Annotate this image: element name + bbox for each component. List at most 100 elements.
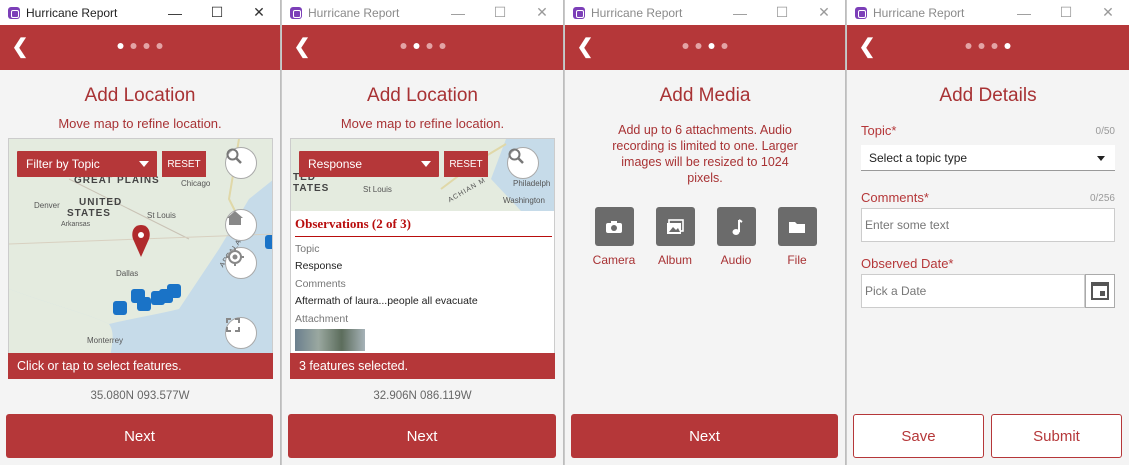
search-icon[interactable] xyxy=(225,147,257,179)
page-title: Add Location xyxy=(84,85,196,106)
map-view[interactable]: TED TATES St Louis Philadelph Washington… xyxy=(290,138,555,378)
app-logo-icon xyxy=(290,6,302,19)
file-button[interactable]: File xyxy=(772,207,822,267)
page-subtitle: Move map to refine location. xyxy=(340,116,505,131)
minimize-button[interactable]: — xyxy=(719,0,761,25)
close-button[interactable]: ✕ xyxy=(803,0,845,25)
maximize-button[interactable]: ☐ xyxy=(1045,0,1087,25)
app-header: ❮ xyxy=(282,25,563,70)
step-dot xyxy=(426,43,432,49)
step-dot xyxy=(682,43,689,49)
page-title: Add Location xyxy=(367,85,478,106)
app-logo-icon xyxy=(573,6,585,19)
topic-filter-label: Filter by Topic xyxy=(26,157,100,171)
step-dot xyxy=(978,43,985,49)
step-indicator xyxy=(400,43,445,49)
minimize-button[interactable]: — xyxy=(154,0,196,25)
step-dot-active xyxy=(117,43,124,49)
step-dot xyxy=(965,43,972,49)
audio-icon[interactable] xyxy=(716,207,756,246)
album-label: Album xyxy=(657,253,692,267)
camera-button[interactable]: Camera xyxy=(589,207,639,267)
locate-icon[interactable] xyxy=(225,247,257,279)
window-controls: — ☐ ✕ xyxy=(154,0,280,25)
location-pin-icon xyxy=(132,225,150,257)
maximize-button[interactable]: ☐ xyxy=(479,0,521,25)
minimize-button[interactable]: — xyxy=(1003,0,1045,25)
album-button[interactable]: Album xyxy=(650,207,700,267)
step-dot xyxy=(400,43,406,49)
date-picker-button[interactable] xyxy=(1085,274,1115,308)
topic-filter-dropdown[interactable]: Response xyxy=(299,151,439,177)
camera-icon[interactable] xyxy=(594,207,634,246)
comments-field-label: Comments* xyxy=(861,190,929,205)
close-button[interactable]: ✕ xyxy=(521,0,563,25)
page-subtitle: Move map to refine location. xyxy=(58,116,222,131)
step-dot xyxy=(721,43,728,49)
popup-topic-label: Topic xyxy=(295,243,320,255)
title-bar: Hurricane Report — ☐ ✕ xyxy=(282,0,563,25)
save-button[interactable]: Save xyxy=(853,414,984,458)
back-arrow-icon[interactable]: ❮ xyxy=(290,35,314,59)
attachment-thumbnail[interactable] xyxy=(295,329,365,351)
map-label-st-louis: St Louis xyxy=(363,185,392,194)
app-header: ❮ xyxy=(847,25,1129,70)
step-dot-active xyxy=(708,43,715,49)
maximize-button[interactable]: ☐ xyxy=(761,0,803,25)
step-dot-active xyxy=(1004,43,1011,49)
coordinates-readout: 32.906N 086.119W xyxy=(373,390,472,402)
next-button[interactable]: Next xyxy=(288,414,556,458)
window-controls: — ☐ ✕ xyxy=(719,0,845,25)
popup-comments-value: Aftermath of laura...people all evacuate xyxy=(295,295,478,307)
back-arrow-icon[interactable]: ❮ xyxy=(573,35,597,59)
feature-marker-icon xyxy=(113,301,127,315)
back-arrow-icon[interactable]: ❮ xyxy=(8,35,32,59)
window-title: Hurricane Report xyxy=(873,5,965,20)
reset-button[interactable]: RESET xyxy=(444,151,488,177)
maximize-button[interactable]: ☐ xyxy=(196,0,238,25)
step-indicator xyxy=(965,43,1011,49)
step-dot-active xyxy=(413,43,419,49)
comments-input[interactable]: Enter some text xyxy=(861,208,1115,242)
home-icon[interactable] xyxy=(225,209,257,241)
step-dot xyxy=(143,43,150,49)
submit-button[interactable]: Submit xyxy=(991,414,1122,458)
page-title: Add Media xyxy=(659,85,751,106)
app-stage: Hurricane Report — ☐ ✕ ❮ Add Location Mo… xyxy=(0,0,1129,465)
next-button[interactable]: Next xyxy=(571,414,838,458)
topic-select[interactable]: Select a topic type xyxy=(861,145,1115,171)
map-view[interactable]: GREAT PLAINS UNITED STATES Denver Chicag… xyxy=(8,138,273,378)
app-logo-icon xyxy=(855,6,867,19)
step-dot xyxy=(695,43,702,49)
popup-comments-label: Comments xyxy=(295,278,346,290)
map-label-tates: TATES xyxy=(293,183,330,194)
back-arrow-icon[interactable]: ❮ xyxy=(855,35,879,59)
minimize-button[interactable]: — xyxy=(437,0,479,25)
window-controls: — ☐ ✕ xyxy=(437,0,563,25)
selection-status: 3 features selected. xyxy=(290,353,555,379)
search-icon[interactable] xyxy=(507,147,539,179)
coordinates-readout: 35.080N 093.577W xyxy=(90,390,190,402)
topic-field-label: Topic* xyxy=(861,123,897,138)
window-title: Hurricane Report xyxy=(591,5,683,20)
audio-button[interactable]: Audio xyxy=(711,207,761,267)
next-button[interactable]: Next xyxy=(6,414,273,458)
file-label: File xyxy=(787,253,807,267)
map-label-philadelphia: Philadelph xyxy=(513,179,551,188)
topic-char-counter: 0/50 xyxy=(1095,126,1115,137)
app-header: ❮ xyxy=(565,25,845,70)
fullscreen-icon[interactable] xyxy=(225,317,257,349)
topic-filter-dropdown[interactable]: Filter by Topic xyxy=(17,151,157,177)
window-title: Hurricane Report xyxy=(26,5,118,20)
date-input[interactable]: Pick a Date xyxy=(861,274,1085,308)
step-dot xyxy=(991,43,998,49)
album-icon[interactable] xyxy=(655,207,695,246)
folder-icon[interactable] xyxy=(777,207,817,246)
close-button[interactable]: ✕ xyxy=(1087,0,1129,25)
comments-char-counter: 0/256 xyxy=(1089,193,1115,204)
reset-button[interactable]: RESET xyxy=(162,151,206,177)
window-add-details: Hurricane Report — ☐ ✕ ❮ Add Details Top… xyxy=(847,0,1129,465)
title-bar: Hurricane Report — ☐ ✕ xyxy=(565,0,845,25)
popup-topic-value: Response xyxy=(295,260,343,272)
close-button[interactable]: ✕ xyxy=(238,0,280,25)
